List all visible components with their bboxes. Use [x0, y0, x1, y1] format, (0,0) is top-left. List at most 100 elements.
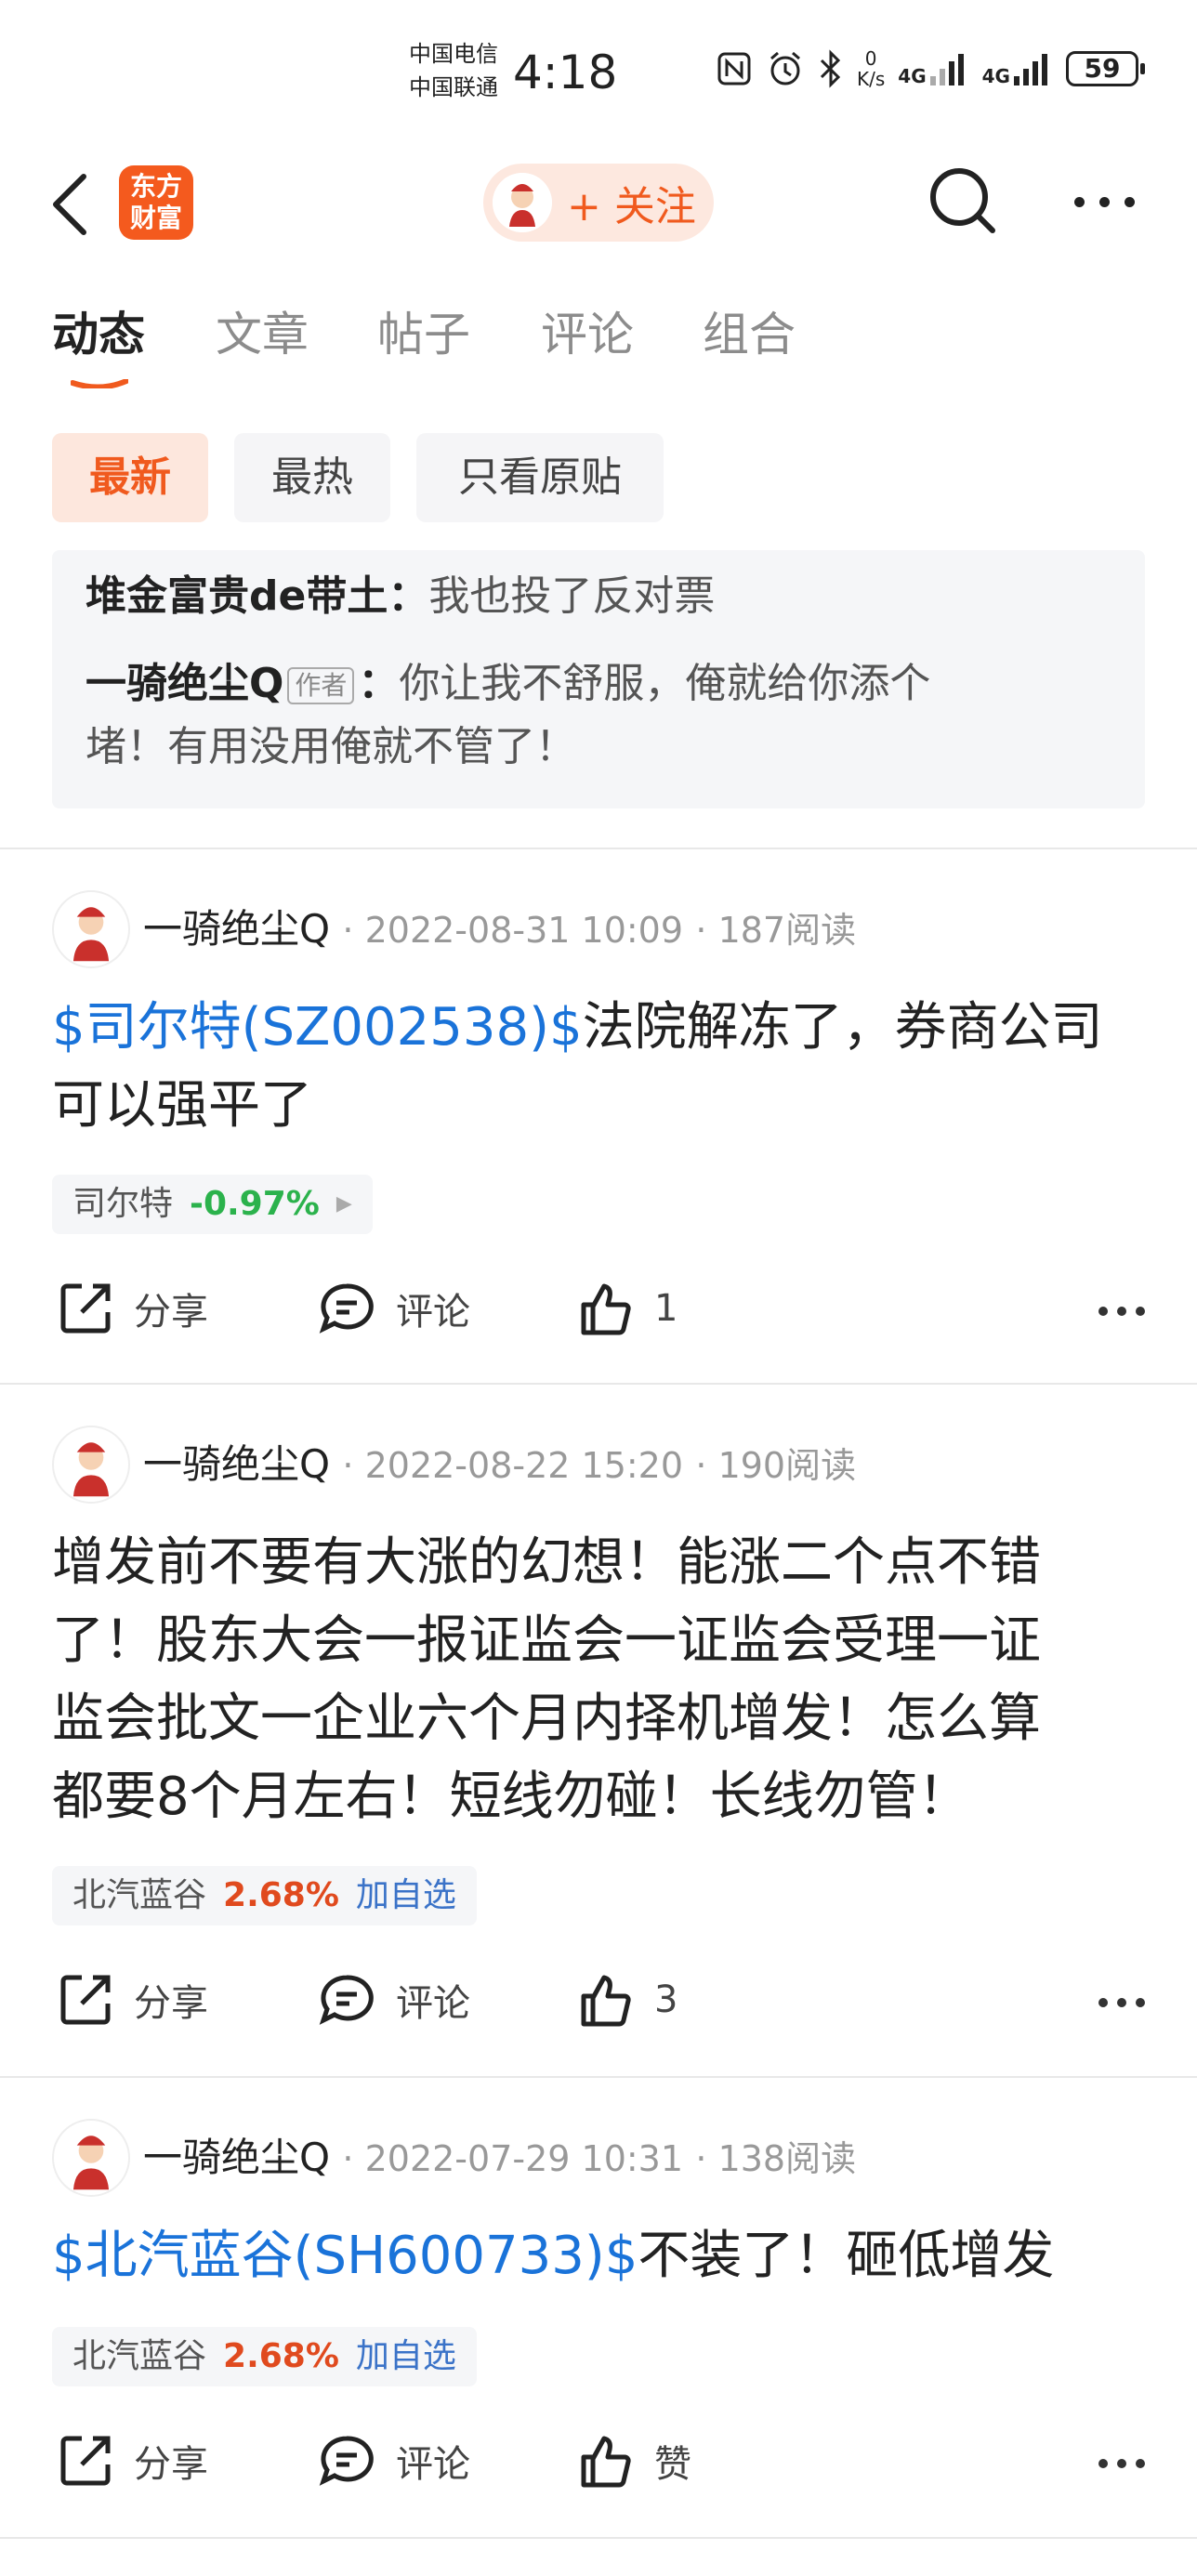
- post-actions: 分享 评论 赞: [52, 2433, 1145, 2498]
- author-avatar[interactable]: [52, 1426, 130, 1504]
- comment-preview[interactable]: 堆金富贵de带土：我也投了反对票 一骑绝尘Q 作者 ：你让我不舒服，俺就给你添个 堵…: [52, 550, 1145, 808]
- carrier-info: 中国电信 中国联通: [409, 37, 498, 104]
- post-text-line4: 都要8个月左右！短线勿碰！长线勿管！: [52, 1767, 970, 1827]
- post-meta: 一骑绝尘Q · 2022-08-31 10:09 · 187阅读: [143, 906, 857, 952]
- tab-articles[interactable]: 文章: [216, 305, 309, 364]
- tab-portfolio[interactable]: 组合: [703, 305, 796, 364]
- author-badge: 作者: [287, 667, 355, 704]
- post-content[interactable]: $司尔特(SZ002538)$法院解冻了，券商公司 可以强平了: [52, 989, 1145, 1145]
- post-author[interactable]: 一骑绝尘Q: [143, 906, 330, 952]
- tab-dynamics[interactable]: 动态: [52, 305, 145, 364]
- share-icon: [60, 1283, 111, 1334]
- post-datetime: 2022-07-29 10:31: [364, 2138, 684, 2179]
- stock-change: 2.68%: [223, 2337, 339, 2375]
- stock-link[interactable]: $北汽蓝谷(SH600733)$: [52, 2226, 638, 2286]
- post-more-icon[interactable]: [1098, 1998, 1145, 2007]
- divider: [0, 2537, 1197, 2539]
- comment-button[interactable]: 评论: [318, 1281, 470, 1336]
- post-datetime: 2022-08-22 15:20: [364, 1445, 684, 1486]
- post-card[interactable]: 一骑绝尘Q · 2022-08-31 10:09 · 187阅读 $司尔特(SZ…: [0, 874, 1197, 1375]
- add-watchlist-button[interactable]: 加自选: [356, 2327, 456, 2386]
- carrier-2: 中国联通: [409, 74, 498, 100]
- author-avatar[interactable]: [52, 890, 130, 968]
- post-card[interactable]: 一骑绝尘Q · 2022-08-22 15:20 · 190阅读 增发前不要有大…: [0, 1409, 1197, 2069]
- like-label: 赞: [654, 2443, 691, 2486]
- post-card[interactable]: 一骑绝尘Q · 2022-07-29 10:31 · 138阅读 $北汽蓝谷(S…: [0, 2102, 1197, 2548]
- tab-active-indicator: [71, 379, 128, 388]
- share-button[interactable]: 分享: [58, 2433, 208, 2489]
- post-text-line3: 监会批文一企业六个月内择机增发！怎么算: [52, 1689, 1041, 1749]
- divider: [0, 1383, 1197, 1385]
- stock-name: 司尔特: [72, 1185, 174, 1223]
- follow-label: + 关注: [567, 183, 696, 230]
- net-speed: 0 K/s: [857, 48, 885, 89]
- post-text-line1: 不装了！砸低增发: [638, 2226, 1055, 2286]
- comment-icon: [319, 2436, 374, 2486]
- stock-tag[interactable]: 北汽蓝谷 2.68% 加自选: [52, 1866, 477, 1925]
- post-text-line1: 法院解冻了，券商公司: [582, 997, 1103, 1058]
- comment-1-author: 堆金富贵de带土: [86, 572, 388, 620]
- search-icon[interactable]: [926, 164, 1000, 238]
- alarm-icon: [770, 51, 800, 85]
- clock: 4:18: [513, 46, 618, 99]
- more-menu-icon[interactable]: [1074, 197, 1135, 207]
- stock-name: 北汽蓝谷: [72, 2337, 207, 2375]
- comment-label: 评论: [396, 1982, 470, 2025]
- logo-line-2: 财富: [129, 203, 182, 233]
- post-more-icon[interactable]: [1098, 1307, 1145, 1316]
- thumbs-up-icon: [581, 1283, 631, 1335]
- thumbs-up-icon: [581, 1975, 631, 2027]
- filter-latest[interactable]: 最新: [52, 433, 208, 522]
- like-button[interactable]: 3: [578, 1972, 677, 2028]
- share-icon: [60, 1975, 111, 2025]
- post-author[interactable]: 一骑绝尘Q: [143, 1441, 330, 1487]
- comment-button[interactable]: 评论: [318, 1972, 470, 2028]
- stock-link[interactable]: $司尔特(SZ002538)$: [52, 997, 583, 1058]
- post-reads: 190阅读: [717, 1445, 857, 1486]
- tab-comments[interactable]: 评论: [541, 305, 634, 364]
- net-speed-value: 0: [864, 47, 877, 70]
- post-text-line2: 了！股东大会一报证监会一证监会受理一证: [52, 1610, 1041, 1671]
- author-avatar[interactable]: [52, 2119, 130, 2197]
- like-count: 1: [654, 1287, 678, 1330]
- thumbs-up-icon: [581, 2436, 631, 2488]
- stock-tag[interactable]: 司尔特 -0.97% ▶: [52, 1175, 373, 1234]
- battery-icon: 59: [1065, 51, 1145, 86]
- back-icon[interactable]: [48, 173, 91, 236]
- filter-hot[interactable]: 最热: [234, 433, 390, 522]
- like-button[interactable]: 1: [578, 1281, 677, 1336]
- filter-original-only[interactable]: 只看原贴: [416, 433, 664, 522]
- signal-1-icon: 4G: [898, 50, 968, 87]
- divider: [0, 848, 1197, 849]
- post-author[interactable]: 一骑绝尘Q: [143, 2135, 330, 2180]
- share-label: 分享: [134, 2443, 208, 2486]
- share-label: 分享: [134, 1982, 208, 2025]
- stock-name: 北汽蓝谷: [72, 1876, 207, 1914]
- divider: [0, 2076, 1197, 2078]
- comment-icon: [319, 1283, 374, 1334]
- share-button[interactable]: 分享: [58, 1281, 208, 1336]
- status-icons: 0 K/s 4G 4G 59: [716, 48, 1145, 89]
- arrow-right-icon: ▶: [335, 1192, 352, 1216]
- user-avatar-icon: [493, 173, 552, 232]
- share-icon: [60, 2436, 111, 2486]
- post-more-icon[interactable]: [1098, 2459, 1145, 2468]
- tab-posts[interactable]: 帖子: [377, 305, 470, 364]
- comment-1-sep: ：: [388, 572, 429, 620]
- post-content[interactable]: 增发前不要有大涨的幻想！能涨二个点不错 了！股东大会一报证监会一证监会受理一证 …: [52, 1524, 1145, 1836]
- stock-change: 2.68%: [223, 1876, 339, 1914]
- comment-2-author: 一骑绝尘Q: [86, 660, 284, 707]
- comment-1: 堆金富贵de带土：我也投了反对票: [86, 565, 715, 628]
- app-logo: 东方 财富: [119, 165, 193, 240]
- stock-tag[interactable]: 北汽蓝谷 2.68% 加自选: [52, 2327, 477, 2386]
- add-watchlist-button[interactable]: 加自选: [356, 1866, 456, 1925]
- share-button[interactable]: 分享: [58, 1972, 208, 2028]
- stock-change: -0.97%: [190, 1185, 320, 1223]
- comment-icon: [319, 1975, 374, 2025]
- follow-button[interactable]: + 关注: [483, 164, 714, 242]
- nfc-icon: [717, 52, 751, 85]
- comment-button[interactable]: 评论: [318, 2433, 470, 2489]
- like-button[interactable]: 赞: [578, 2433, 691, 2489]
- comment-2-sep: ：: [358, 660, 400, 707]
- post-content[interactable]: $北汽蓝谷(SH600733)$不装了！砸低增发: [52, 2217, 1145, 2295]
